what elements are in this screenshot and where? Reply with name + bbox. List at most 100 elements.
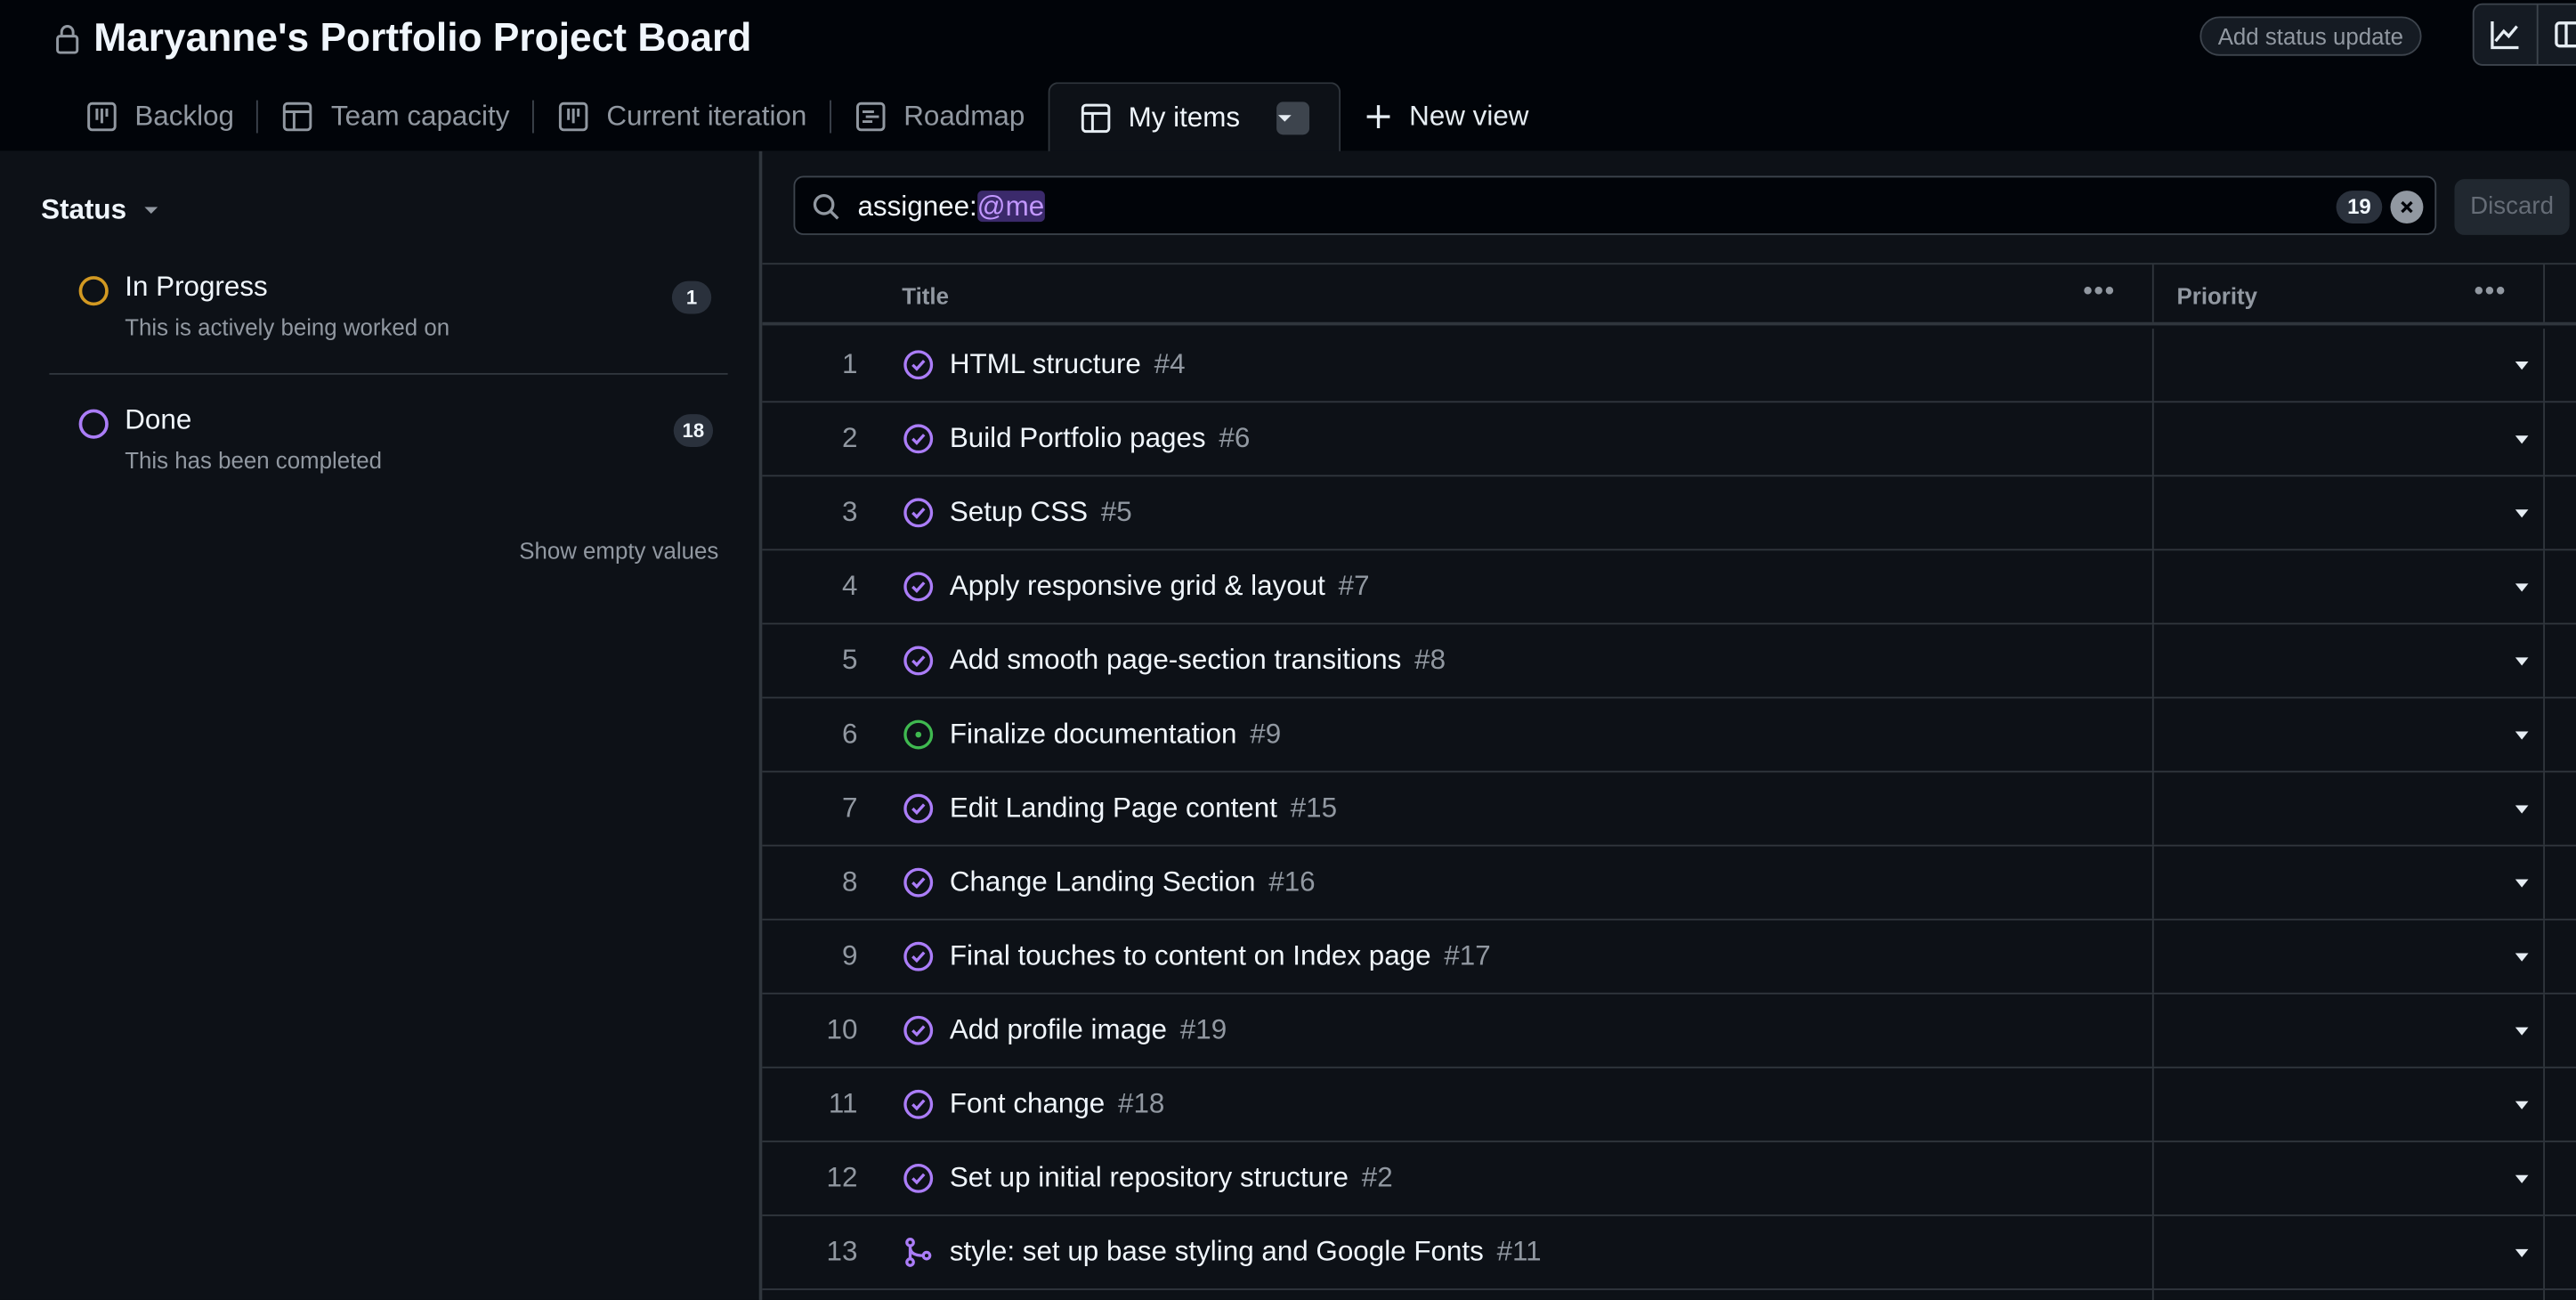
plus-icon	[1366, 104, 1390, 128]
item-number: #17	[1444, 939, 1491, 971]
priority-dropdown-caret-icon[interactable]	[2514, 583, 2530, 593]
item-title: Add profile image	[949, 1013, 1168, 1045]
item-title-link[interactable]: Setup CSS #5	[950, 496, 1132, 529]
tab-label: Roadmap	[903, 99, 1025, 131]
cell-divider	[2543, 1142, 2545, 1215]
issue-closed-icon	[903, 572, 934, 602]
priority-dropdown-caret-icon[interactable]	[2514, 435, 2530, 445]
group-label: Status	[41, 193, 127, 225]
status-description: This has been completed	[125, 447, 383, 474]
status-name: In Progress	[125, 271, 268, 303]
priority-dropdown-caret-icon[interactable]	[2514, 1027, 2530, 1037]
priority-dropdown-caret-icon[interactable]	[2514, 657, 2530, 667]
issue-closed-icon	[903, 867, 934, 898]
view-tabs: Backlog Team capacity Current iteration	[62, 80, 1552, 154]
filter-result-count: 19	[2336, 191, 2383, 224]
status-name: Done	[125, 404, 192, 436]
table-icon	[1081, 103, 1110, 134]
tab-label: My items	[1128, 102, 1241, 134]
table-row[interactable]: 13 style: set up base styling and Google …	[762, 1215, 2576, 1290]
item-title: Edit Landing Page content	[949, 792, 1277, 824]
side-panel-button[interactable]	[2539, 5, 2576, 64]
priority-dropdown-caret-icon[interactable]	[2514, 509, 2530, 519]
column-menu-kebab-icon[interactable]: •••	[2083, 278, 2116, 307]
tab-my-items[interactable]: My items	[1048, 81, 1341, 154]
item-title-link[interactable]: Build Portfolio pages #6	[950, 422, 1251, 455]
item-number: #4	[1154, 348, 1186, 380]
tab-roadmap[interactable]: Roadmap	[831, 80, 1048, 150]
item-title: Setup CSS	[949, 496, 1089, 528]
cell-divider	[2543, 920, 2545, 993]
column-resize-handle[interactable]	[2151, 264, 2154, 322]
board-icon	[87, 101, 117, 131]
new-view-button[interactable]: New view	[1341, 80, 1552, 150]
table-row[interactable]: 10 Add profile image #19	[762, 994, 2576, 1068]
table-row[interactable]: 3 Setup CSS #5	[762, 476, 2576, 551]
add-status-update-button[interactable]: Add status update	[2199, 16, 2422, 56]
table-row[interactable]: 5 Add smooth page-section transitions #8	[762, 624, 2576, 699]
table-row[interactable]: 7 Edit Landing Page content #15	[762, 772, 2576, 847]
insights-button[interactable]	[2475, 4, 2539, 64]
item-title-link[interactable]: HTML structure #4	[950, 348, 1186, 381]
cell-divider	[2151, 550, 2154, 623]
item-title-link[interactable]: Apply responsive grid & layout #7	[950, 570, 1370, 603]
item-number: #9	[1250, 718, 1282, 750]
row-number: 4	[841, 570, 858, 602]
column-menu-kebab-icon[interactable]: •••	[2475, 278, 2507, 307]
filter-query[interactable]: assignee:@me	[857, 191, 1045, 223]
show-empty-values-link[interactable]: Show empty values	[519, 538, 718, 565]
column-priority[interactable]: Priority	[2177, 282, 2257, 309]
item-title-link[interactable]: Font change #18	[950, 1088, 1165, 1121]
item-title-link[interactable]: Final touches to content on Index page #1…	[950, 940, 1491, 973]
cell-divider	[2151, 624, 2154, 697]
item-title: Apply responsive grid & layout	[949, 570, 1325, 602]
table-row[interactable]: 8 Change Landing Section #16	[762, 846, 2576, 921]
priority-dropdown-caret-icon[interactable]	[2514, 1248, 2530, 1259]
item-title-link[interactable]: style: set up base styling and Google Fo…	[950, 1236, 1542, 1269]
discard-button[interactable]: Discard	[2454, 179, 2570, 235]
clear-filter-button[interactable]	[2390, 191, 2424, 224]
table-row[interactable]: 1 HTML structure #4	[762, 329, 2576, 403]
cell-divider	[2151, 1215, 2154, 1289]
cell-divider	[2151, 920, 2154, 993]
item-title-link[interactable]: Finalize documentation #9	[950, 719, 1281, 752]
table-row[interactable]: 11 Font change #18	[762, 1068, 2576, 1142]
group-by-status-button[interactable]: Status	[41, 194, 159, 227]
cell-divider	[2151, 1142, 2154, 1215]
column-resize-handle[interactable]	[2543, 264, 2545, 322]
item-title-link[interactable]: Add profile image #19	[950, 1014, 1227, 1047]
cell-divider	[2543, 698, 2545, 771]
priority-dropdown-caret-icon[interactable]	[2514, 879, 2530, 889]
priority-dropdown-caret-icon[interactable]	[2514, 1101, 2530, 1111]
graph-icon	[2491, 20, 2519, 50]
row-number: 10	[826, 1013, 858, 1045]
tab-team-capacity[interactable]: Team capacity	[259, 80, 533, 150]
item-title-link[interactable]: Edit Landing Page content #15	[950, 792, 1337, 825]
sidebar-divider	[49, 372, 728, 375]
item-title-link[interactable]: Change Landing Section #16	[950, 866, 1316, 899]
table-row[interactable]: 6 Finalize documentation #9	[762, 698, 2576, 773]
column-title[interactable]: Title	[902, 282, 949, 309]
cell-divider	[2151, 772, 2154, 845]
table-row[interactable]: 4 Apply responsive grid & layout #7	[762, 550, 2576, 625]
item-title-link[interactable]: Set up initial repository structure #2	[950, 1162, 1393, 1195]
table-row[interactable]: 2 Build Portfolio pages #6	[762, 402, 2576, 477]
filter-bar[interactable]: assignee:@me 19	[793, 175, 2437, 235]
priority-dropdown-caret-icon[interactable]	[2514, 1174, 2530, 1185]
table-row[interactable]: 9 Final touches to content on Index page #…	[762, 920, 2576, 995]
item-title: Final touches to content on Index page	[949, 939, 1431, 971]
priority-dropdown-caret-icon[interactable]	[2514, 362, 2530, 371]
tab-backlog[interactable]: Backlog	[62, 80, 257, 150]
cell-divider	[2543, 550, 2545, 623]
item-title-link[interactable]: Add smooth page-section transitions #8	[950, 645, 1446, 678]
table-icon	[283, 101, 313, 131]
view-options-button[interactable]	[1276, 102, 1309, 135]
filter-key: assignee:	[857, 191, 977, 223]
priority-dropdown-caret-icon[interactable]	[2514, 953, 2530, 963]
cell-divider	[2543, 476, 2545, 549]
item-number: #7	[1338, 570, 1370, 602]
table-row[interactable]: 12 Set up initial repository structure #2	[762, 1142, 2576, 1216]
priority-dropdown-caret-icon[interactable]	[2514, 731, 2530, 741]
tab-current-iteration[interactable]: Current iteration	[534, 80, 830, 150]
priority-dropdown-caret-icon[interactable]	[2514, 805, 2530, 815]
